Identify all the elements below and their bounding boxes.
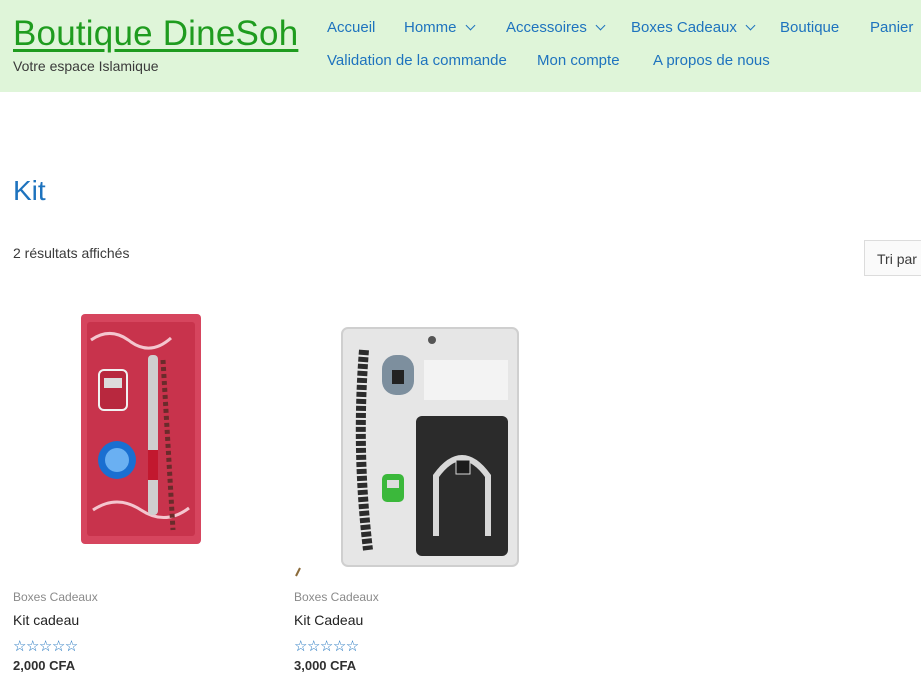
product-title[interactable]: Kit Cadeau: [294, 612, 363, 628]
sort-select[interactable]: Tri par: [864, 240, 921, 276]
nav-item-accessoires[interactable]: Accessoires: [506, 19, 606, 36]
product-title[interactable]: Kit cadeau: [13, 612, 79, 628]
nav-item-label: Accueil: [327, 19, 376, 36]
nav-item-validation-commande[interactable]: Validation de la commande: [327, 52, 507, 69]
result-count: 2 résultats affichés: [13, 245, 130, 261]
site-title-link[interactable]: Boutique DineSoh: [13, 14, 298, 54]
nav-item-label: Homme: [404, 19, 457, 36]
product-image-kit-cadeau-2[interactable]: [294, 300, 556, 580]
nav-item-boutique[interactable]: Boutique: [780, 19, 839, 36]
site-tagline: Votre espace Islamique: [13, 58, 159, 74]
main-navigation: Accueil Homme Accessoires Boxes Cadeaux …: [327, 0, 921, 92]
nav-item-label: Panier: [870, 19, 914, 36]
nav-item-homme[interactable]: Homme: [404, 19, 475, 36]
nav-item-mon-compte[interactable]: Mon compte: [537, 52, 620, 69]
nav-item-label: A propos de nous: [653, 52, 770, 69]
nav-item-accueil[interactable]: Accueil: [327, 19, 375, 36]
product-price: 2,000 CFA: [13, 658, 76, 673]
nav-item-label: Validation de la commande: [327, 52, 507, 69]
nav-item-label: Boutique: [780, 19, 840, 36]
rating-stars-icon: ☆☆☆☆☆: [294, 638, 359, 655]
rating-stars-icon: ☆☆☆☆☆: [13, 638, 78, 655]
product-category[interactable]: Boxes Cadeaux: [294, 590, 379, 604]
product-price: 3,000 CFA: [294, 658, 357, 673]
product-category[interactable]: Boxes Cadeaux: [13, 590, 98, 604]
nav-item-label: Accessoires: [506, 19, 587, 36]
product-image-kit-cadeau[interactable]: [13, 300, 275, 580]
page-title: Kit: [13, 175, 46, 206]
chevron-down-icon: [595, 20, 606, 31]
nav-item-a-propos[interactable]: A propos de nous: [653, 52, 770, 69]
site-header: Boutique DineSoh Votre espace Islamique …: [0, 0, 921, 92]
nav-item-boxes-cadeaux[interactable]: Boxes Cadeaux: [631, 19, 756, 36]
nav-item-label: Mon compte: [537, 52, 620, 69]
chevron-down-icon: [465, 20, 475, 31]
chevron-down-icon: [745, 20, 756, 31]
nav-item-label: Boxes Cadeaux: [631, 19, 737, 36]
nav-item-panier[interactable]: Panier: [870, 19, 913, 36]
